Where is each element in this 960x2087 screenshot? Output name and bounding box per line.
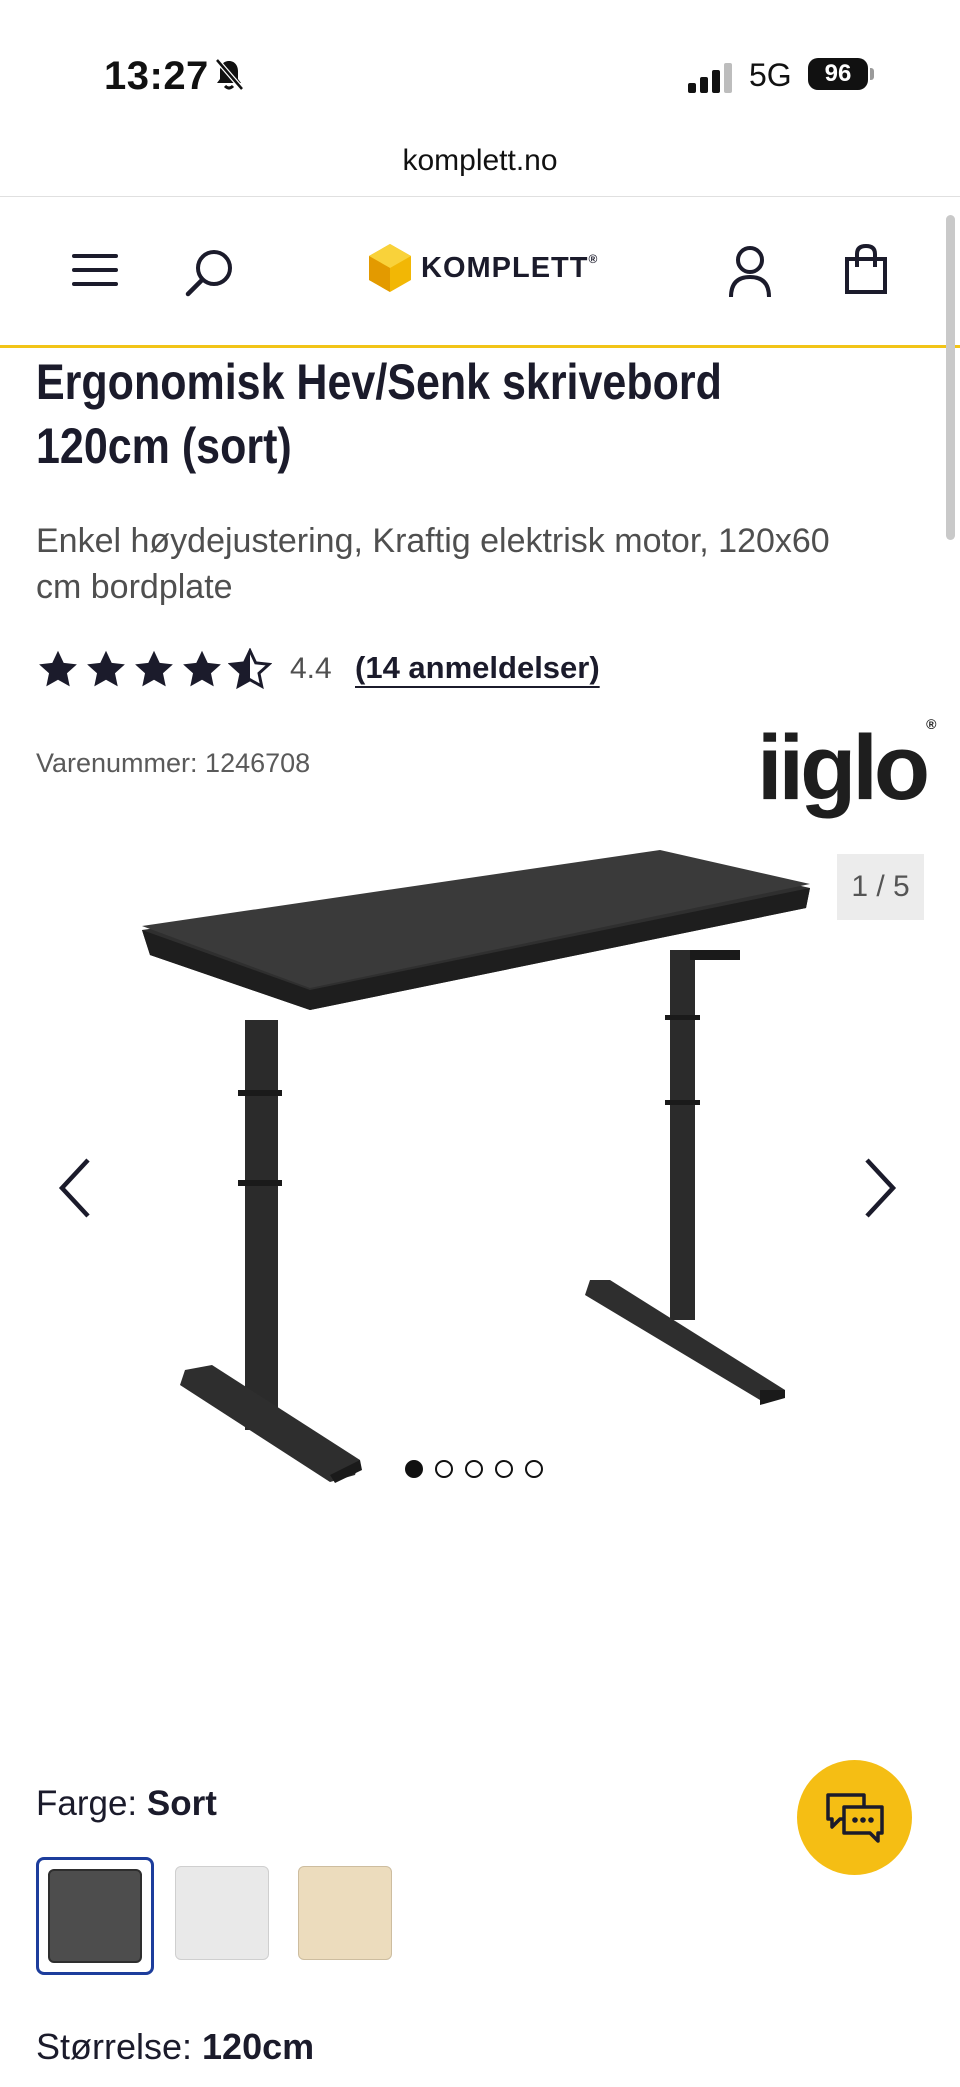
star-full-icon: [87, 650, 125, 687]
swatch-white[interactable]: [166, 1857, 284, 1975]
star-full-icon: [39, 650, 77, 687]
color-value: Sort: [146, 1784, 217, 1823]
brand-registered-mark: ®: [926, 716, 937, 732]
sku-label: Varenummer: 1246708: [36, 748, 311, 778]
color-label: Farge:: [36, 1784, 147, 1823]
gallery-dot-4[interactable]: [495, 1460, 513, 1478]
size-option-label: Størrelse: 120cm: [36, 2026, 314, 2068]
logo-wordmark: KOMPLETT: [421, 252, 589, 284]
gallery-dot-5[interactable]: [525, 1460, 543, 1478]
swatch-oak[interactable]: [289, 1857, 407, 1975]
network-type: 5G: [749, 57, 792, 93]
chat-icon: [825, 1792, 884, 1843]
product-title-line1: Ergonomisk Hev/Senk skrivebord: [36, 354, 722, 410]
search-icon[interactable]: [184, 247, 236, 304]
product-title: Ergonomisk Hev/Senk skrivebord 120cm (so…: [36, 350, 913, 478]
reviews-link[interactable]: (14 anmeldelser): [355, 650, 600, 686]
product-image[interactable]: [130, 840, 830, 1515]
brand-logo[interactable]: iiglo®: [757, 716, 936, 821]
account-icon[interactable]: [728, 245, 772, 304]
logo-text[interactable]: KOMPLETT®: [421, 252, 598, 285]
gallery-dot-1[interactable]: [405, 1460, 423, 1478]
color-option-label: Farge: Sort: [36, 1784, 217, 1824]
scrollbar[interactable]: [946, 215, 955, 540]
url-bar[interactable]: komplett.no: [0, 144, 960, 178]
bell-muted-icon: [214, 58, 244, 97]
star-half-icon: [228, 648, 272, 690]
gallery-counter: 1 / 5: [837, 854, 924, 920]
star-full-icon: [135, 650, 173, 687]
swatch-sort[interactable]: [36, 1857, 154, 1975]
status-time: 13:27: [104, 54, 209, 98]
star-full-icon: [183, 650, 221, 687]
product-title-line2: 120cm (sort): [36, 418, 292, 474]
gallery-pagination: [405, 1460, 543, 1478]
chevron-left-icon: [58, 1158, 90, 1218]
menu-icon[interactable]: [72, 252, 118, 293]
chevron-right-icon: [865, 1158, 897, 1218]
logo-registered-mark: ®: [588, 252, 599, 266]
brand-wordmark: iiglo: [757, 717, 930, 819]
product-subtitle: Enkel høydejustering, Kraftig elektrisk …: [36, 522, 830, 606]
gallery-dot-3[interactable]: [465, 1460, 483, 1478]
rating-value: 4.4: [290, 652, 332, 685]
url-divider: [0, 196, 960, 197]
cart-icon[interactable]: [844, 243, 888, 300]
gallery-prev-button[interactable]: [56, 1156, 96, 1225]
signal-icon: [688, 63, 736, 98]
battery-icon: 96: [808, 58, 874, 90]
header-accent-line: [0, 345, 960, 348]
size-value: 120cm: [202, 2026, 315, 2067]
size-label: Størrelse:: [36, 2026, 203, 2067]
swatch-white-color: [175, 1866, 269, 1960]
battery-level: 96: [808, 58, 868, 90]
swatch-sort-color: [48, 1869, 142, 1963]
rating-stars: [36, 648, 272, 692]
gallery-dot-2[interactable]: [435, 1460, 453, 1478]
komplett-logo[interactable]: [365, 242, 415, 299]
chat-button[interactable]: [797, 1760, 912, 1875]
swatch-oak-color: [298, 1866, 392, 1960]
gallery-next-button[interactable]: [859, 1156, 899, 1225]
